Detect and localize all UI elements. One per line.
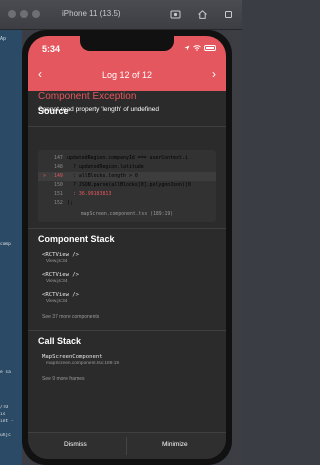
divider bbox=[28, 126, 226, 127]
frame-component: <RCTView /> bbox=[42, 292, 80, 298]
code-text: ? updatedRegion.latitude bbox=[73, 164, 144, 170]
background-panel bbox=[232, 30, 242, 465]
background-code-line: e sa bbox=[0, 370, 11, 375]
code-text: : allBlocks.length > 0 bbox=[73, 173, 138, 179]
line-number: 149 bbox=[54, 173, 63, 179]
code-line: 151 : 36.99183813 bbox=[38, 190, 216, 199]
simulator-title-bar: iPhone 11 (13.5) bbox=[0, 0, 242, 30]
minimize-button[interactable]: Minimize bbox=[162, 441, 188, 448]
rotate-icon[interactable] bbox=[223, 9, 234, 20]
frame-file: View.js:34 bbox=[46, 279, 68, 284]
next-log-button[interactable]: › bbox=[212, 67, 216, 81]
see-more-components-button[interactable]: See 37 more components bbox=[42, 314, 99, 320]
stack-frame[interactable]: <RCTView /> View.js:34 bbox=[42, 252, 79, 264]
home-icon[interactable] bbox=[197, 9, 208, 20]
error-title: Component Exception bbox=[38, 91, 137, 102]
background-code-line: uhjc bbox=[0, 433, 11, 438]
frame-component: <RCTView /> bbox=[42, 252, 80, 258]
wifi-icon bbox=[193, 45, 201, 51]
call-stack-heading: Call Stack bbox=[38, 336, 82, 346]
code-line-highlighted: > 149 : allBlocks.length > 0 bbox=[38, 172, 216, 181]
dismiss-button[interactable]: Dismiss bbox=[64, 441, 87, 448]
device-screen: 5:34 ‹ Log 12 of 12 › Component Exceptio… bbox=[28, 36, 226, 459]
status-icons bbox=[184, 45, 216, 51]
code-line: 152 ); bbox=[38, 199, 216, 208]
line-number: 147 bbox=[54, 155, 63, 161]
log-title: Log 12 of 12 bbox=[101, 70, 153, 80]
line-number: 150 bbox=[54, 182, 63, 188]
code-text: updatedRegion.companyId === userContext.… bbox=[67, 155, 188, 161]
source-code-frame[interactable]: 147 updatedRegion.companyId === userCont… bbox=[38, 150, 216, 222]
code-line: 148 ? updatedRegion.latitude bbox=[38, 163, 216, 172]
source-heading: Source bbox=[38, 106, 69, 116]
divider bbox=[28, 228, 226, 229]
code-text: ? JSON.parse(allBlocks[0].polygonJson)[0 bbox=[73, 182, 191, 188]
code-line: 150 ? JSON.parse(allBlocks[0].polygonJso… bbox=[38, 181, 216, 190]
background-code-line: /TO bbox=[0, 405, 9, 410]
frame-component: <RCTView /> bbox=[42, 272, 80, 278]
frame-file: mapScreen.component.tsx:189:19 bbox=[46, 361, 120, 366]
code-line: 147 updatedRegion.companyId === userCont… bbox=[38, 154, 216, 163]
frame-file: View.js:34 bbox=[46, 299, 68, 304]
window-close-button[interactable] bbox=[8, 10, 16, 18]
error-line-marker: > bbox=[43, 173, 46, 179]
window-minimize-button[interactable] bbox=[20, 10, 28, 18]
line-number: 152 bbox=[54, 200, 63, 206]
location-icon bbox=[184, 45, 190, 51]
line-number: 151 bbox=[54, 191, 63, 197]
device-notch bbox=[80, 36, 174, 51]
screenshot-icon[interactable] bbox=[170, 9, 181, 20]
log-box-footer: Dismiss Minimize bbox=[28, 432, 226, 459]
background-tab-text: Ap bbox=[0, 36, 7, 42]
battery-icon bbox=[204, 45, 216, 51]
stack-frame[interactable]: <RCTView /> View.js:34 bbox=[42, 292, 79, 304]
background-editor: Ap comp e sa /TO is int - uhjc bbox=[0, 30, 22, 465]
line-number: 148 bbox=[54, 164, 63, 170]
see-more-frames-button[interactable]: See 9 more frames bbox=[42, 376, 85, 382]
background-code-line: is bbox=[0, 412, 6, 417]
iphone-frame: 5:34 ‹ Log 12 of 12 › Component Exceptio… bbox=[22, 30, 232, 465]
footer-divider bbox=[126, 437, 127, 455]
code-text: : 36.99183813 bbox=[73, 191, 112, 197]
code-text: ); bbox=[67, 200, 73, 206]
simulator-title: iPhone 11 (13.5) bbox=[62, 9, 121, 18]
status-time: 5:34 bbox=[42, 44, 61, 54]
component-stack-heading: Component Stack bbox=[38, 234, 115, 244]
stack-frame[interactable]: <RCTView /> View.js:34 bbox=[42, 272, 79, 284]
window-zoom-button[interactable] bbox=[32, 10, 40, 18]
frame-file: View.js:34 bbox=[46, 259, 68, 264]
background-code-line: int - bbox=[0, 419, 14, 424]
divider bbox=[28, 330, 226, 331]
frame-component: MapScreenComponent bbox=[42, 354, 103, 360]
background-code-line: comp bbox=[0, 242, 11, 247]
source-file-reference[interactable]: mapScreen.component.tsx (189:19) bbox=[38, 212, 216, 217]
stack-frame[interactable]: MapScreenComponent mapScreen.component.t… bbox=[42, 354, 119, 366]
